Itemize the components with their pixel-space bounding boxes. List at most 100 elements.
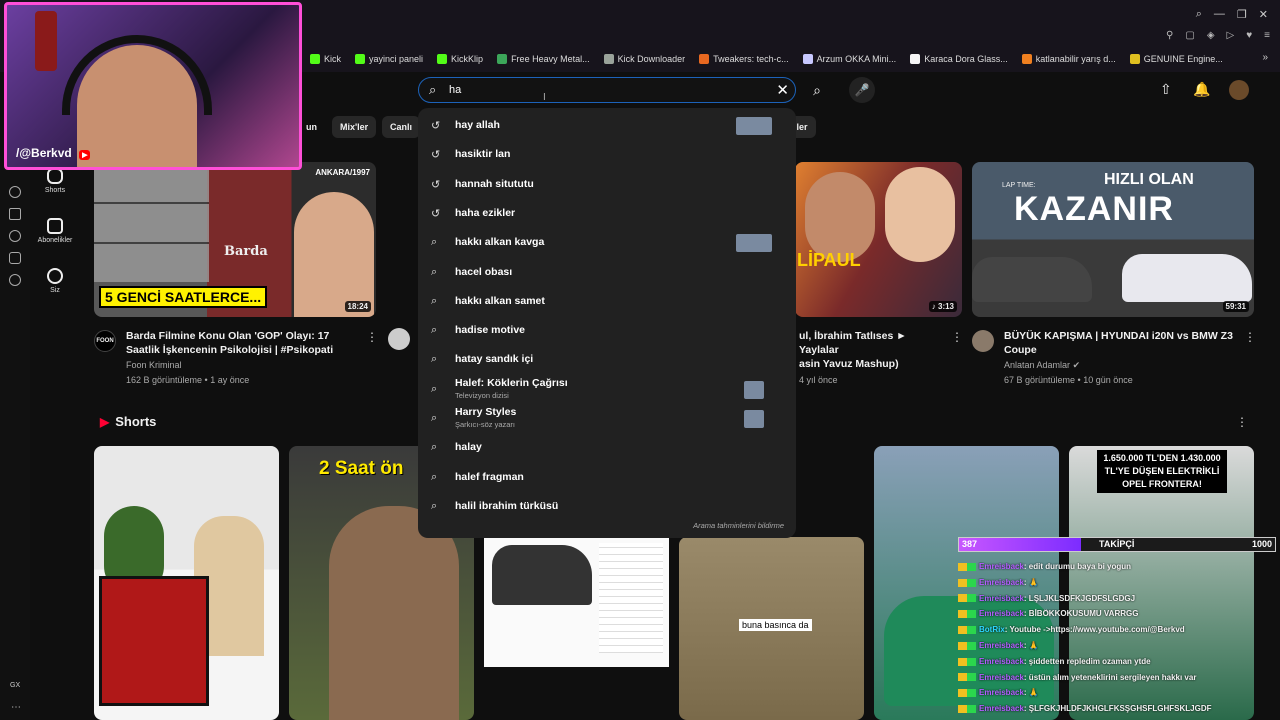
voice-search-button[interactable]: 🎤	[849, 77, 875, 103]
close-icon[interactable]: ✕	[1259, 8, 1268, 21]
suggestion-item[interactable]: ⌕ Halef: Köklerin Çağrısı Televizyon dizis…	[418, 375, 796, 404]
pin-icon[interactable]	[9, 208, 21, 220]
chat-username: Emreisback	[979, 562, 1024, 571]
bookmark-favicon-icon	[310, 54, 320, 64]
sidebar-item-shorts[interactable]: Shorts	[32, 168, 78, 218]
bookmark-item[interactable]: Free Heavy Metal...	[497, 50, 590, 68]
short-box	[99, 576, 209, 706]
bookmark-item[interactable]: Kick	[310, 50, 341, 68]
channel-avatar[interactable]	[388, 328, 410, 350]
sidebar-item-label: Shorts	[44, 187, 66, 194]
bookmark-item[interactable]: Karaca Dora Glass...	[910, 50, 1008, 68]
channel-name-1[interactable]: Foon Kriminal	[126, 358, 182, 373]
channel-name-3[interactable]: Anlatan Adamlar ✔	[1004, 358, 1080, 373]
clock-icon[interactable]	[9, 230, 21, 242]
suggestion-item[interactable]: ↺ hannah sitututu	[418, 170, 796, 199]
suggestion-item[interactable]: ⌕ hakkı alkan samet	[418, 287, 796, 316]
chip-mixes[interactable]: Mix'ler	[332, 116, 377, 138]
video-thumbnail-1[interactable]: Barda ANKARA/1997 5 GENCİ SAATLERCE... 1…	[94, 162, 376, 317]
verified-icon: ✔	[1072, 360, 1081, 370]
suggestion-item[interactable]: ⌕ hacel obası	[418, 258, 796, 287]
video-title-3[interactable]: BÜYÜK KAPIŞMA | HYUNDAI i20N vs BMW Z3 C…	[1004, 329, 1234, 357]
minimize-icon[interactable]: —	[1214, 8, 1225, 21]
video-title-2[interactable]: ul, İbrahim Tatlıses ► Yaylalar asin Yav…	[799, 329, 949, 371]
more-actions-icon[interactable]: ⋮	[951, 330, 963, 344]
suggestion-item[interactable]: ⌕ halef fragman	[418, 463, 796, 492]
suggestion-item[interactable]: ⌕ hadise motive	[418, 316, 796, 345]
chat-username: Emreisback	[979, 609, 1024, 619]
sidebar-item-you[interactable]: Siz	[32, 268, 78, 318]
bookmark-favicon-icon	[699, 54, 710, 64]
chip-live[interactable]: Canlı	[382, 116, 421, 138]
bookmark-item[interactable]: KickKlip	[437, 50, 483, 68]
report-predictions-link[interactable]: Arama tahminlerini bildirme	[693, 521, 784, 530]
suggestion-item[interactable]: ⌕ halay	[418, 433, 796, 462]
chat-username: Emreisback	[979, 688, 1024, 698]
more-actions-icon[interactable]: ⋮	[1244, 330, 1256, 344]
short-thumbnail-1[interactable]	[94, 446, 279, 720]
bookmark-item[interactable]: katlanabilir yarış d...	[1021, 50, 1116, 68]
play-circle-icon[interactable]	[9, 186, 21, 198]
mic-icon: 🎤	[854, 83, 870, 97]
video-meta-2: 4 yıl önce	[799, 375, 838, 385]
thumb-photo-grid	[94, 162, 209, 282]
bookmark-item[interactable]: Kick Downloader	[603, 50, 685, 68]
search-icon[interactable]: ⌕	[1196, 8, 1202, 21]
chat-message: Emreisback: 🙏	[958, 578, 1278, 594]
bookmark-favicon-icon	[497, 54, 508, 64]
channel-avatar[interactable]: FOON	[94, 330, 116, 352]
search-icon: ⌕	[431, 353, 438, 366]
chat-text: : üstün alım yeteneklirini sergileyen ha…	[1023, 672, 1197, 682]
suggestion-item[interactable]: ⌕ hatay sandık içi	[418, 345, 796, 374]
menu-icon[interactable]: ≡	[1264, 30, 1270, 41]
bookmarks-more-icon[interactable]: »	[1262, 52, 1268, 63]
heart-icon[interactable]: ♥	[1246, 30, 1252, 41]
more-actions-icon[interactable]: ⋮	[1236, 415, 1248, 429]
suggestion-item[interactable]: ⌕ halil ibrahim türküsü	[418, 492, 796, 521]
play-icon[interactable]: ▷	[1227, 30, 1235, 41]
upload-icon[interactable]: ⇧	[1160, 81, 1172, 98]
restore-icon[interactable]: ❐	[1237, 8, 1247, 21]
suggestion-item[interactable]: ↺ haha ezikler	[418, 199, 796, 228]
short-thumbnail-3[interactable]	[484, 537, 669, 667]
search-input[interactable]: ha	[449, 84, 461, 96]
clear-search-icon[interactable]: ✕	[776, 81, 789, 99]
chat-badge-icon	[958, 689, 976, 698]
more-actions-icon[interactable]: ⋮	[366, 330, 378, 344]
follower-goal: 1000	[1251, 539, 1272, 549]
duration-badge: 59:31	[1222, 301, 1249, 312]
avatar[interactable]	[1229, 80, 1249, 100]
thumb-caption-top: HIZLI OLAN	[1104, 171, 1194, 188]
sidebar-item-subscriptions[interactable]: Abonelikler	[32, 218, 78, 268]
bookmark-item[interactable]: Tweakers: tech-c...	[699, 50, 789, 68]
bookmark-item[interactable]: yayinci paneli	[355, 50, 423, 68]
chat-badge-icon	[958, 673, 976, 682]
short-thumbnail-4[interactable]: buna basınca da	[679, 537, 864, 720]
channel-name-label: Anlatan Adamlar	[1004, 360, 1071, 370]
box-icon[interactable]: ▢	[1185, 30, 1194, 41]
thumb-car	[1122, 254, 1252, 302]
video-title-1[interactable]: Barda Filmine Konu Olan 'GOP' Olayı: 17 …	[126, 329, 362, 357]
suggestion-text: hadise motive	[455, 324, 526, 337]
suggestion-item[interactable]: ⌕ hakkı alkan kavga	[418, 228, 796, 257]
suggestion-item[interactable]: ⌕ Harry Styles Şarkıcı-söz yazarı	[418, 404, 796, 433]
gear-icon[interactable]	[9, 274, 21, 286]
bookmark-label: Kick	[324, 54, 342, 64]
shorts-heading: ▶ Shorts	[100, 414, 156, 429]
more-icon[interactable]: ⋯	[11, 702, 21, 713]
bookmark-item[interactable]: Arzum OKKA Mini...	[802, 50, 896, 68]
suggestion-subtitle: Şarkıcı-söz yazarı	[455, 420, 516, 429]
suggestion-item[interactable]: ↺ hay allah	[418, 111, 796, 140]
shield-icon[interactable]: ◈	[1207, 30, 1215, 41]
search-button[interactable]: ⌕	[800, 77, 834, 103]
video-thumbnail-2[interactable]: LİPAUL ♪ 3:13	[795, 162, 962, 317]
channel-avatar[interactable]	[972, 330, 994, 352]
chip-1[interactable]: un	[298, 116, 325, 138]
video-thumbnail-3[interactable]: HIZLI OLAN KAZANIR LAP TIME: 59:31	[972, 162, 1254, 317]
search-box[interactable]: ⌕ ha I ✕	[418, 77, 796, 103]
bookmark-item[interactable]: GENUINE Engine...	[1129, 50, 1223, 68]
pin-icon[interactable]: ⚲	[1166, 30, 1173, 41]
cube-icon[interactable]	[9, 252, 21, 264]
suggestion-item[interactable]: ↺ hasiktir lan	[418, 140, 796, 169]
bell-icon[interactable]: 🔔	[1193, 81, 1210, 98]
